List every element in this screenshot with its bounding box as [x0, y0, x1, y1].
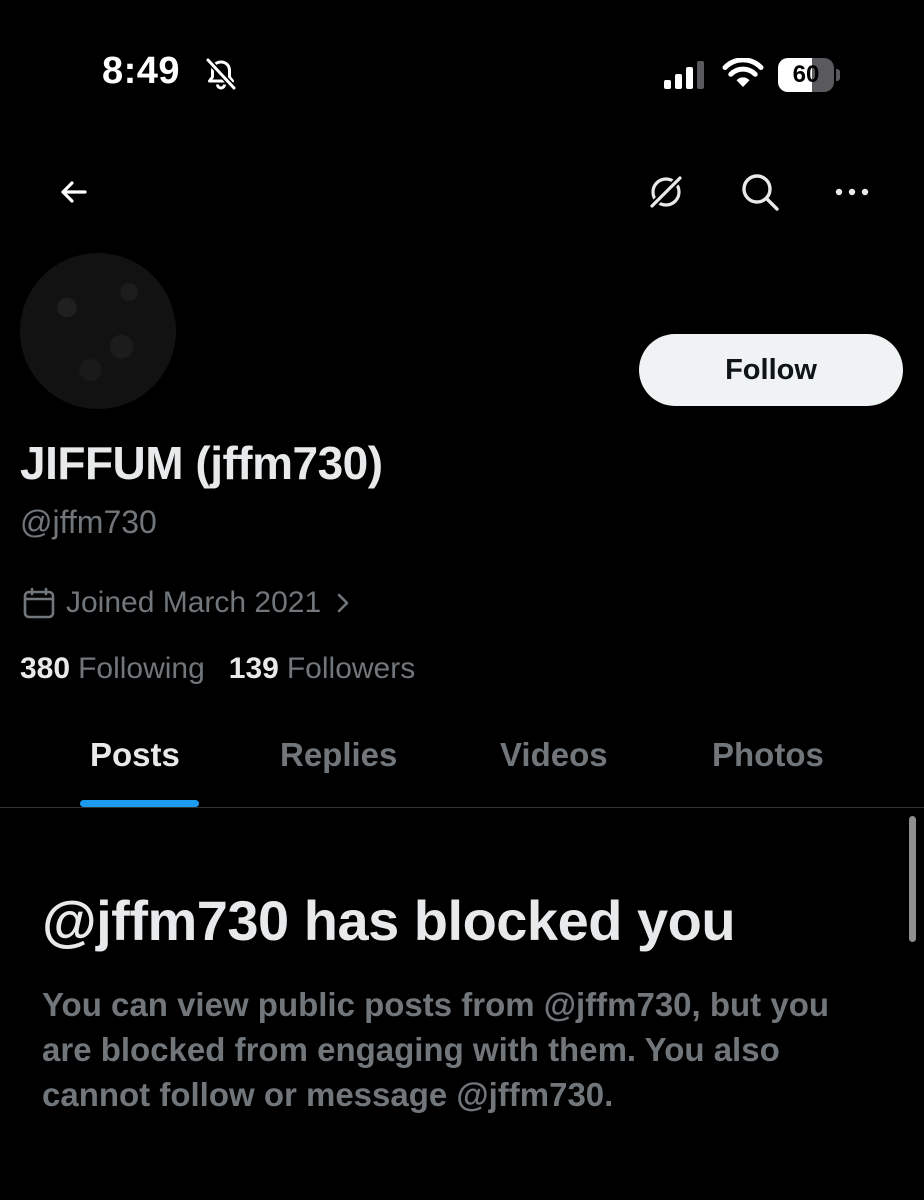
profile-handle: @jffm730: [20, 504, 157, 540]
tab-videos[interactable]: Videos: [500, 736, 608, 774]
joined-date-text: Joined March 2021: [66, 586, 322, 619]
chevron-right-icon: [337, 593, 349, 613]
followers-count: 139: [228, 652, 279, 685]
blocked-title: @jffm730 has blocked you: [42, 889, 736, 952]
tabs-divider: [0, 807, 924, 808]
bell-slash-icon: [205, 57, 237, 91]
following-link[interactable]: 380 Following: [20, 652, 205, 686]
more-horizontal-icon[interactable]: [830, 170, 874, 214]
following-label: Following: [78, 652, 205, 685]
arrow-left-icon[interactable]: [54, 172, 94, 212]
battery-indicator: 60: [778, 58, 840, 92]
status-time: 8:49: [102, 50, 181, 92]
calendar-icon: [23, 587, 55, 619]
battery-level-text: 60: [792, 61, 820, 88]
wifi-icon: [722, 58, 764, 87]
followers-label: Followers: [286, 652, 416, 685]
followers-link[interactable]: 139 Followers: [229, 652, 415, 686]
cellular-signal-icon: [664, 61, 704, 89]
tab-posts[interactable]: Posts: [90, 736, 180, 774]
scrollbar[interactable]: [909, 816, 916, 942]
display-name: JIFFUM (jffm730): [20, 437, 383, 489]
active-tab-indicator: [80, 800, 199, 807]
blocked-description: You can view public posts from @jffm730,…: [42, 986, 830, 1113]
follow-button[interactable]: Follow: [639, 334, 903, 406]
following-count: 380: [20, 652, 71, 685]
search-icon[interactable]: [738, 170, 782, 214]
grok-icon[interactable]: [644, 170, 688, 214]
joined-date-row[interactable]: Joined March 2021: [22, 584, 367, 622]
tab-replies[interactable]: Replies: [280, 736, 397, 774]
avatar[interactable]: [20, 253, 176, 409]
follow-stats: 380 Following 139 Followers: [20, 652, 415, 686]
tab-photos[interactable]: Photos: [712, 736, 824, 774]
